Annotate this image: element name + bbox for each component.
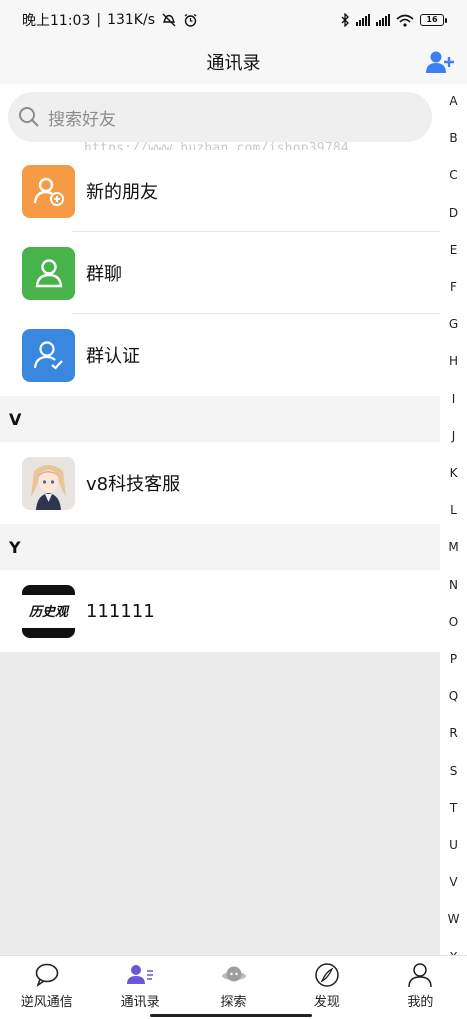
- alarm-icon: [184, 13, 197, 27]
- bluetooth-icon: [341, 13, 349, 27]
- index-letter-r[interactable]: R: [440, 726, 467, 740]
- signal-icon: [356, 14, 370, 26]
- index-letter-v[interactable]: V: [440, 875, 467, 889]
- index-letter-j[interactable]: J: [440, 429, 467, 443]
- home-indicator: [150, 1014, 312, 1017]
- section-header: V: [0, 396, 440, 442]
- index-letter-l[interactable]: L: [440, 503, 467, 517]
- list-item-group-verify[interactable]: 群认证: [0, 314, 440, 396]
- group-verify-icon: [22, 328, 75, 382]
- section-header: Y: [0, 524, 440, 570]
- tab-contacts[interactable]: 通讯录: [93, 956, 186, 1019]
- group-chat-icon: [22, 246, 75, 300]
- wifi-icon: [396, 14, 414, 27]
- index-letter-a[interactable]: A: [440, 94, 467, 108]
- index-letter-n[interactable]: N: [440, 578, 467, 592]
- index-letter-w[interactable]: W: [440, 912, 467, 926]
- index-letter-k[interactable]: K: [440, 466, 467, 480]
- new-friend-icon: [22, 164, 75, 218]
- contact-name: v8科技客服: [86, 474, 181, 495]
- tab-label: 发现: [313, 995, 340, 1010]
- page-title: 通讯录: [206, 53, 261, 74]
- compass-icon: [315, 963, 339, 987]
- list-item-group-chat[interactable]: 群聊: [0, 232, 440, 314]
- contact-row[interactable]: 历史观 111111: [0, 570, 440, 652]
- index-letter-u[interactable]: U: [440, 838, 467, 852]
- list-item-label: 新的朋友: [86, 182, 158, 203]
- nav-bar: 通讯录: [0, 40, 467, 84]
- signal-icon: [376, 14, 390, 26]
- explore-planet-icon: [221, 966, 246, 982]
- contact-name: 111111: [86, 600, 155, 622]
- contacts-icon: [127, 965, 154, 984]
- index-letter-d[interactable]: D: [440, 206, 467, 220]
- index-letter-o[interactable]: O: [440, 615, 467, 629]
- tab-bar: 逆风通信 通讯录 探索 发现 我的: [0, 955, 467, 1019]
- index-letter-q[interactable]: Q: [440, 689, 467, 703]
- profile-icon: [408, 963, 433, 988]
- index-letter-g[interactable]: G: [440, 317, 467, 331]
- status-left: 晚上11:03 | 131K/s: [22, 10, 198, 30]
- index-letter-e[interactable]: E: [440, 243, 467, 257]
- avatar-text: 历史观: [28, 604, 70, 620]
- network-speed: 131K/s: [107, 12, 155, 28]
- calligraphy-avatar: 历史观: [22, 584, 75, 638]
- contact-list: 新的朋友 群聊 群认证 V v8科技客服 Y 历史观 111111: [0, 150, 440, 652]
- search-icon: [19, 107, 39, 127]
- index-letter-c[interactable]: C: [440, 168, 467, 182]
- person-add-icon[interactable]: [425, 48, 455, 76]
- mute-icon: [162, 13, 176, 27]
- list-item-label: 群认证: [86, 346, 140, 367]
- list-item-new-friends[interactable]: 新的朋友: [0, 150, 440, 232]
- contact-row[interactable]: v8科技客服: [0, 442, 440, 524]
- battery-icon: 16: [420, 14, 447, 26]
- index-letter-m[interactable]: M: [440, 540, 467, 554]
- index-letter-p[interactable]: P: [440, 652, 467, 666]
- index-letter-h[interactable]: H: [440, 354, 467, 368]
- tab-explore[interactable]: 探索: [187, 956, 280, 1019]
- alphabet-index[interactable]: ABCDEFGHIJKLMNOPQRSTUVWX: [440, 84, 467, 964]
- tab-label: 通讯录: [120, 995, 160, 1010]
- anime-girl-avatar: [22, 456, 75, 510]
- list-item-label: 群聊: [86, 264, 122, 285]
- search-input[interactable]: 搜索好友: [8, 92, 432, 142]
- tab-discover[interactable]: 发现: [280, 956, 373, 1019]
- status-right: 16: [341, 13, 447, 27]
- tab-profile[interactable]: 我的: [374, 956, 467, 1019]
- index-letter-i[interactable]: I: [440, 392, 467, 406]
- battery-level: 16: [420, 14, 444, 26]
- tab-label: 逆风通信: [20, 995, 73, 1010]
- search-placeholder: 搜索好友: [48, 109, 116, 130]
- chat-bubble-icon: [35, 963, 59, 987]
- index-letter-s[interactable]: S: [440, 764, 467, 778]
- status-time: 晚上11:03: [22, 13, 91, 29]
- status-bar: 晚上11:03 | 131K/s 16: [0, 0, 467, 40]
- index-letter-b[interactable]: B: [440, 131, 467, 145]
- tab-messages[interactable]: 逆风通信: [0, 956, 93, 1019]
- status-separator: |: [96, 12, 102, 28]
- tab-label: 我的: [407, 995, 434, 1010]
- index-letter-f[interactable]: F: [440, 280, 467, 294]
- index-letter-t[interactable]: T: [440, 801, 467, 815]
- tab-label: 探索: [220, 995, 247, 1010]
